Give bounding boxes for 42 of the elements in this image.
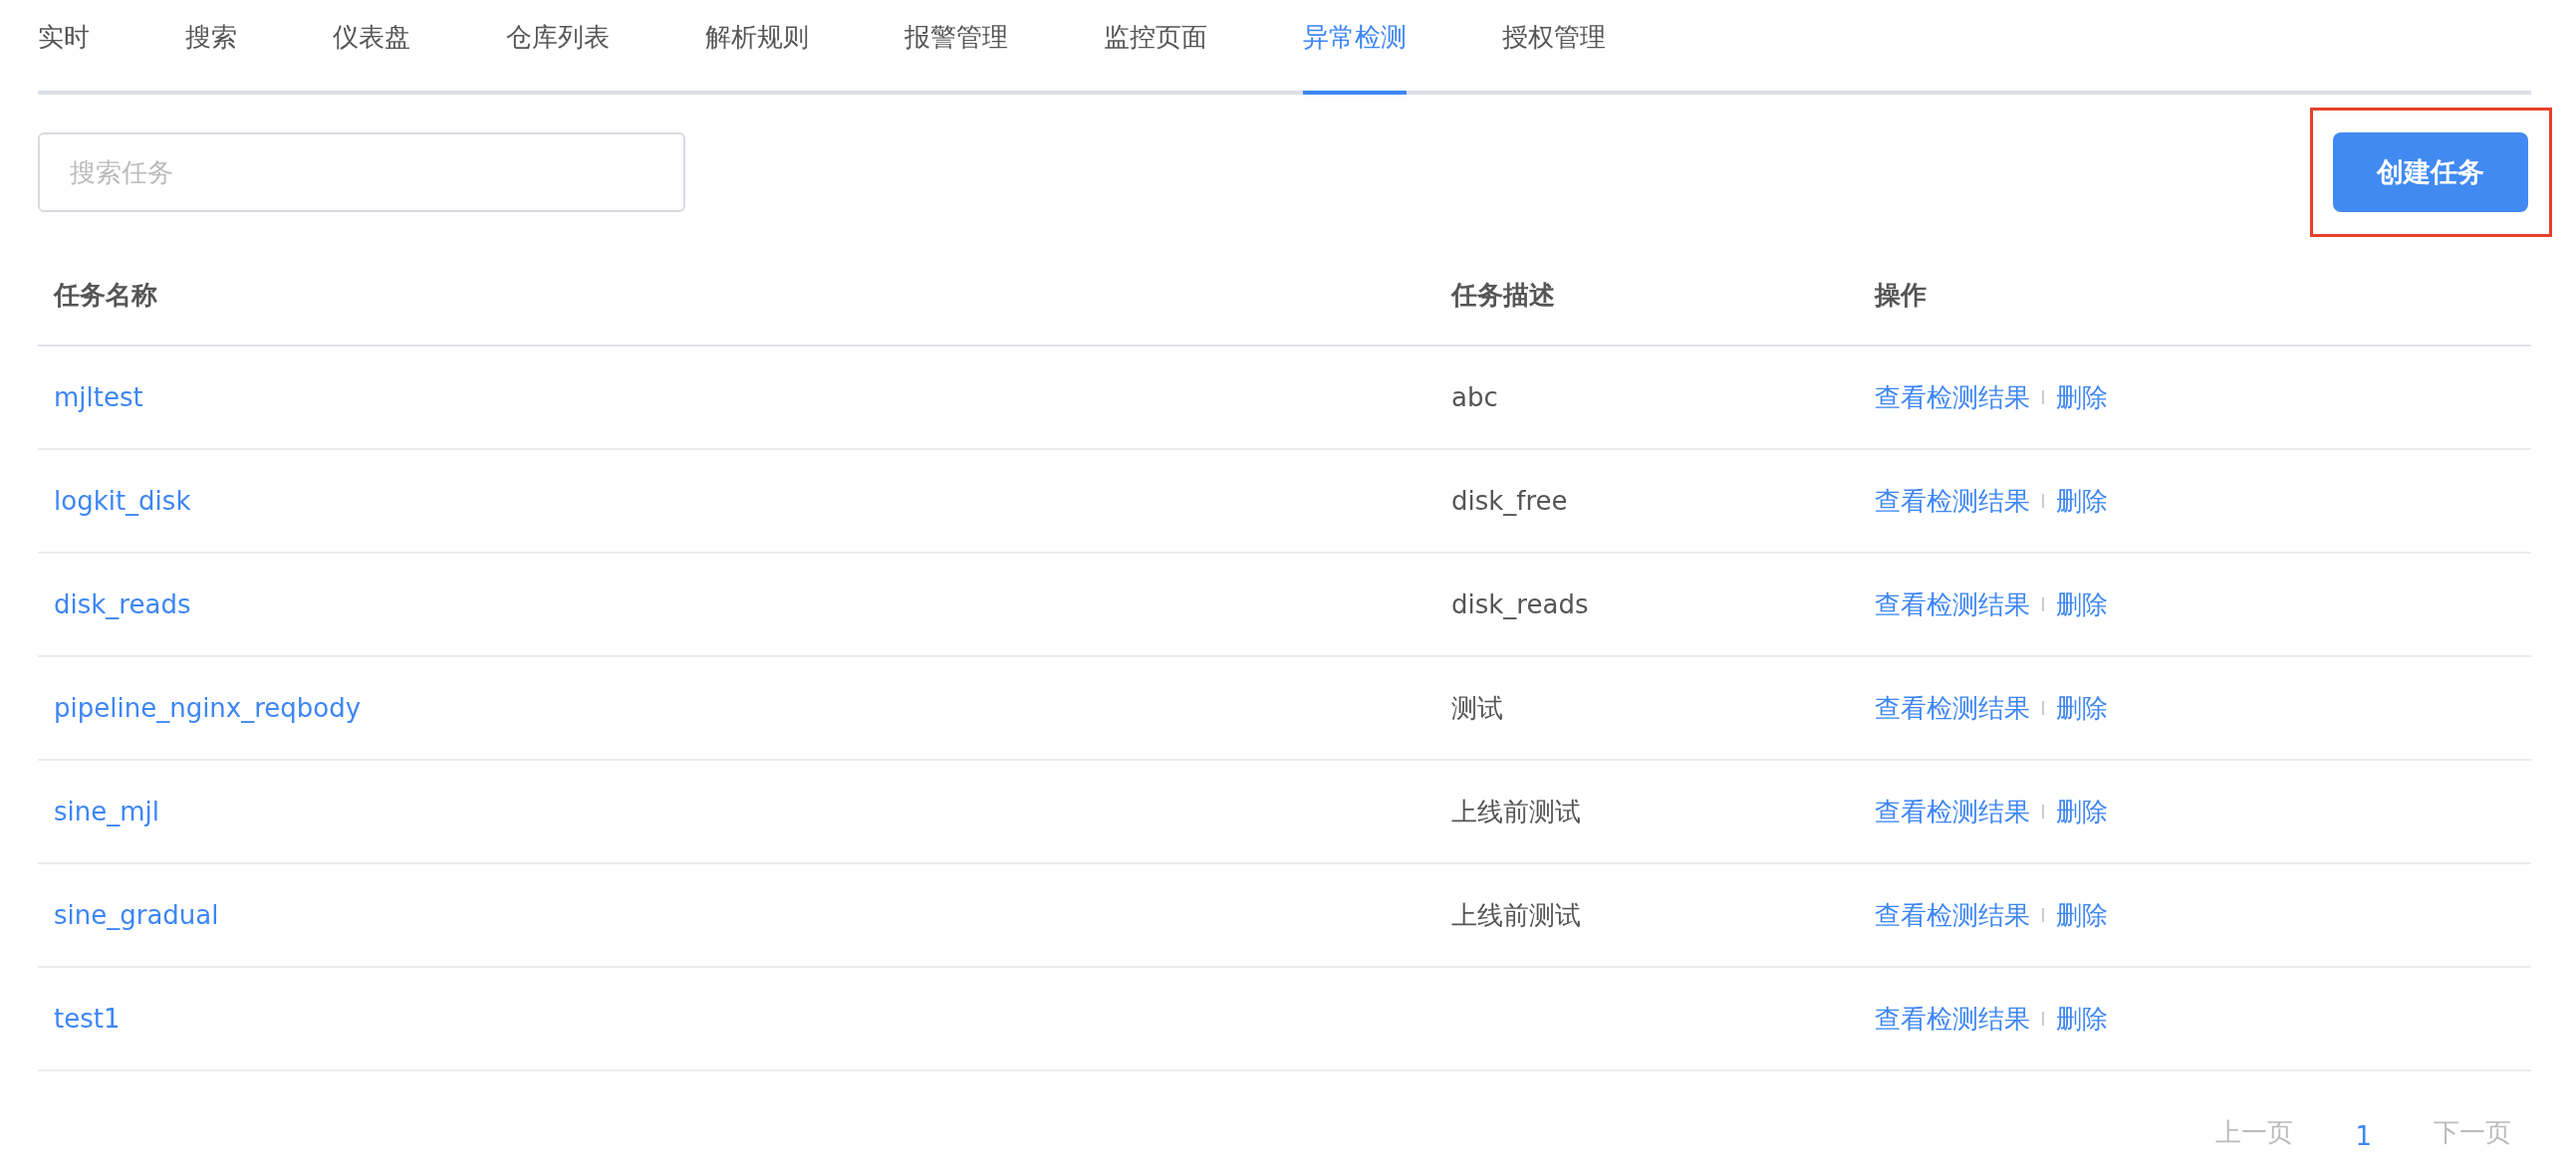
action-link[interactable]: 删除 <box>2056 586 2108 622</box>
action-link[interactable]: 删除 <box>2056 794 2108 829</box>
nav-tab[interactable]: 授权管理 <box>1502 0 1606 91</box>
task-name-link[interactable]: pipeline_nginx_reqbody <box>38 693 1435 723</box>
nav-tab[interactable]: 仪表盘 <box>333 0 410 91</box>
task-description: disk_free <box>1450 486 1569 516</box>
task-description: disk_reads <box>1450 589 1590 619</box>
column-header: 任务描述 <box>1449 278 1556 312</box>
task-description: abc <box>1450 382 1499 412</box>
page-number[interactable]: 1 <box>2355 1113 2372 1151</box>
action-link[interactable]: 查看检测结果 <box>1875 586 2030 622</box>
task-name-link[interactable]: logkit_disk <box>38 486 1435 516</box>
nav-tab[interactable]: 监控页面 <box>1104 0 1207 91</box>
action-link[interactable]: 查看检测结果 <box>1875 897 2030 933</box>
column-header: 操作 <box>1873 278 1928 312</box>
action-link[interactable]: 删除 <box>2056 1001 2108 1037</box>
nav-tab[interactable]: 仓库列表 <box>506 0 610 91</box>
task-name-link[interactable]: disk_reads <box>38 589 1435 619</box>
action-link[interactable]: 删除 <box>2056 897 2108 933</box>
action-link[interactable]: 删除 <box>2056 690 2108 726</box>
task-description: 测试 <box>1450 691 1504 725</box>
action-link[interactable]: 查看检测结果 <box>1875 379 2030 415</box>
task-name-link[interactable]: sine_mjl <box>38 797 1435 826</box>
action-link[interactable]: 查看检测结果 <box>1875 794 2030 829</box>
task-description: 上线前测试 <box>1450 795 1582 828</box>
action-link[interactable]: 查看检测结果 <box>1875 690 2030 726</box>
action-link[interactable]: 查看检测结果 <box>1875 1001 2030 1037</box>
task-description: 上线前测试 <box>1450 898 1582 932</box>
nav-tab[interactable]: 报警管理 <box>904 0 1008 91</box>
action-link[interactable]: 查看检测结果 <box>1875 483 2030 519</box>
task-name-link[interactable]: test1 <box>38 1004 1435 1034</box>
nav-tab[interactable]: 解析规则 <box>705 0 809 91</box>
task-name-link[interactable]: sine_gradual <box>38 900 1435 930</box>
search-field[interactable]: 搜索任务 <box>38 132 685 212</box>
action-link[interactable]: 删除 <box>2056 483 2108 519</box>
nav-tab[interactable]: 异常检测 <box>1303 0 1407 95</box>
nav-tab[interactable]: 实时 <box>38 0 90 91</box>
task-name-link[interactable]: mjltest <box>38 382 1435 412</box>
action-link[interactable]: 删除 <box>2056 379 2108 415</box>
nav-tab[interactable]: 搜索 <box>185 0 237 91</box>
column-header: 任务名称 <box>52 278 158 312</box>
create-task-button[interactable]: 创建任务 <box>2333 132 2528 212</box>
